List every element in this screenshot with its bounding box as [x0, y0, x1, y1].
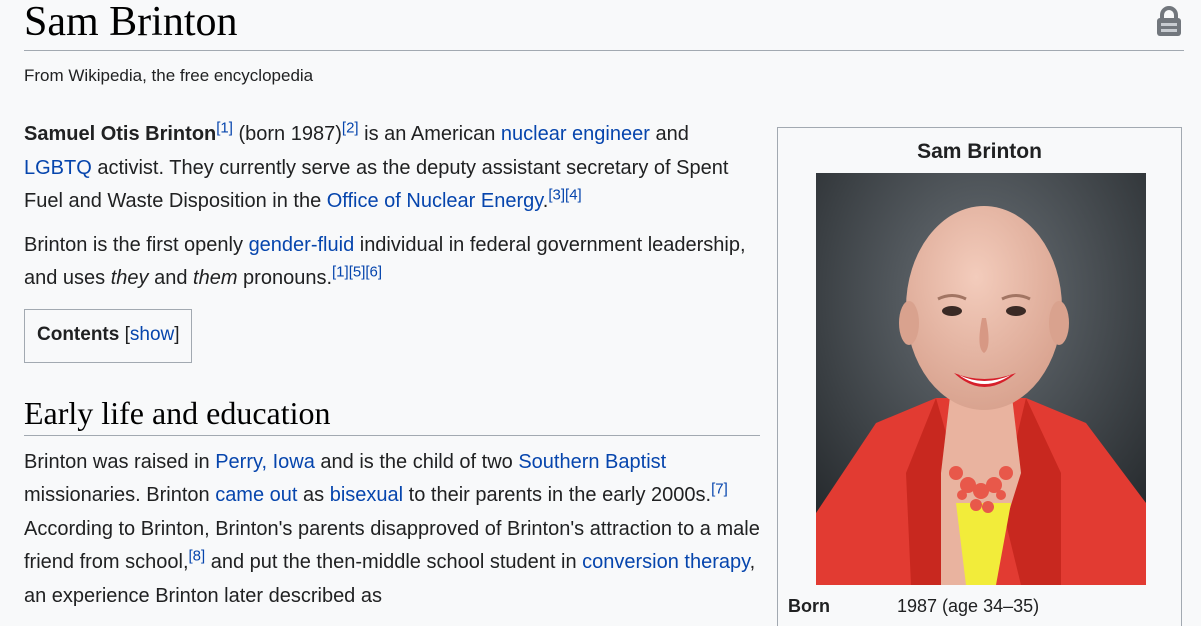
toc-bracket: ]	[174, 323, 180, 345]
site-tagline: From Wikipedia, the free encyclopedia	[24, 66, 314, 85]
infobox-born-value: 1987 (age 34–35)	[897, 596, 1040, 616]
table-of-contents: Contents [show]	[24, 308, 192, 363]
paragraph-text: (born 1987)	[232, 123, 342, 145]
paragraph-text: Brinton was raised in	[24, 450, 216, 473]
infobox-born-label: Born	[788, 596, 830, 616]
emphasis-them: them	[193, 267, 238, 289]
ref-link[interactable]: [8]	[189, 547, 206, 564]
toc-label: Contents	[37, 323, 120, 345]
lock-icon[interactable]	[1155, 5, 1183, 37]
paragraph-text: to their parents in the early 2000s.	[403, 484, 712, 506]
early-life-paragraph: Brinton was raised in Perry, Iowa and is…	[24, 446, 760, 614]
ref-link[interactable]: [3]	[548, 186, 565, 203]
ref-link[interactable]: [7]	[711, 480, 728, 497]
portrait-image[interactable]	[816, 173, 1146, 585]
page-title: Sam Brinton	[24, 0, 238, 45]
title-divider	[24, 50, 1184, 51]
paragraph-text: missionaries. Brinton	[24, 484, 216, 506]
link-perry-iowa[interactable]: Perry, Iowa	[215, 451, 315, 473]
paragraph-text: as	[297, 484, 330, 506]
link-lgbtq[interactable]: LGBTQ	[24, 157, 92, 179]
infobox-title: Sam Brinton	[917, 140, 1042, 163]
paragraph-text: is an American	[358, 123, 501, 145]
link-bisexual[interactable]: bisexual	[330, 484, 403, 506]
paragraph-text: and	[148, 267, 194, 289]
emphasis-they: they	[110, 267, 149, 289]
ref-link[interactable]: [1]	[216, 119, 233, 136]
ref-link[interactable]: [1]	[332, 263, 349, 280]
ref-link[interactable]: [4]	[565, 186, 582, 203]
paragraph-text: and put the then-middle school student i…	[205, 551, 583, 573]
toc-show-toggle[interactable]: show	[130, 324, 174, 345]
link-office-of-nuclear-energy[interactable]: Office of Nuclear Energy	[327, 190, 543, 212]
paragraph-text: and	[649, 123, 689, 145]
paragraph-text: Brinton is the first openly	[24, 233, 249, 256]
paragraph-text: and is the child of two	[314, 450, 519, 473]
ref-link[interactable]: [5]	[349, 263, 366, 280]
intro-paragraph-2: Brinton is the first openly gender-fluid…	[24, 229, 760, 296]
article-body: Samuel Otis Brinton[1] (born 1987)[2] is…	[24, 118, 760, 623]
intro-paragraph-1: Samuel Otis Brinton[1] (born 1987)[2] is…	[24, 118, 760, 219]
paragraph-text: pronouns.	[237, 267, 333, 289]
link-conversion-therapy[interactable]: conversion therapy	[582, 551, 750, 573]
link-came-out[interactable]: came out	[215, 484, 297, 506]
link-nuclear-engineer[interactable]: nuclear engineer	[501, 123, 650, 145]
link-gender-fluid[interactable]: gender-fluid	[249, 234, 355, 256]
section-heading-early-life: Early life and education	[24, 393, 760, 436]
ref-link[interactable]: [6]	[365, 263, 382, 280]
link-southern-baptist[interactable]: Southern Baptist	[518, 451, 666, 473]
ref-link[interactable]: [2]	[342, 119, 359, 136]
infobox: Sam Brinton Born 1987 (age 34–35)	[777, 127, 1182, 626]
subject-name: Samuel Otis Brinton	[24, 123, 217, 145]
